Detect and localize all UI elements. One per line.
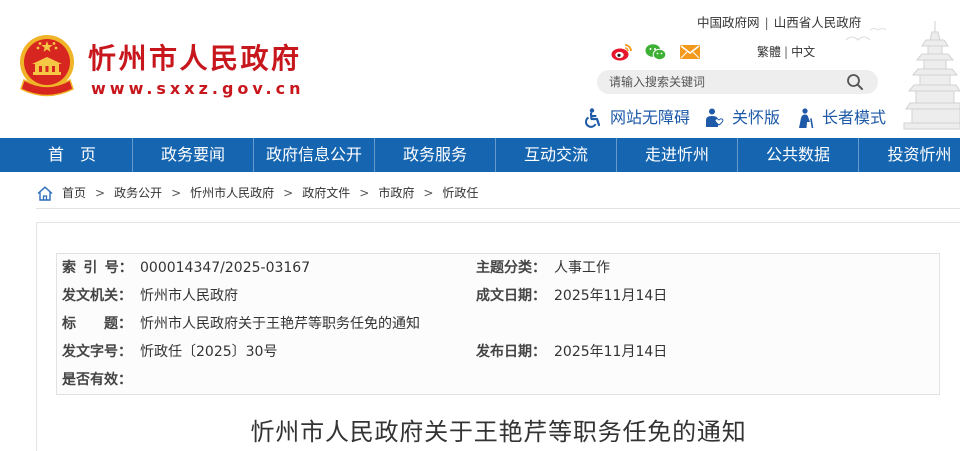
- search-icon: [847, 74, 863, 90]
- breadcrumb-separator: >: [423, 186, 434, 200]
- care-mode-label: 关怀版: [732, 108, 781, 127]
- breadcrumb-gov-documents[interactable]: 政府文件: [302, 185, 350, 201]
- site-title: 忻州市人民政府: [88, 42, 302, 75]
- main-nav: 首 页 政务要闻 政府信息公开 政务服务 互动交流 走进忻州 公共数据 投资忻州: [0, 138, 960, 172]
- elder-mode-link[interactable]: 长者模式: [795, 108, 886, 128]
- elder-mode-label: 长者模式: [822, 108, 887, 127]
- top-links: 中国政府网 | 山西省人民政府: [697, 15, 861, 31]
- breadcrumb-gov-affairs[interactable]: 政务公开: [114, 185, 162, 201]
- meta-written-date: 成文日期： 2025年11月14日: [476, 282, 667, 310]
- meta-value: 人事工作: [554, 260, 610, 276]
- breadcrumb-municipal[interactable]: 市政府: [378, 185, 414, 201]
- nav-item-news[interactable]: 政务要闻: [133, 138, 254, 172]
- meta-value: 2025年11月14日: [554, 288, 668, 304]
- meta-label: 发文字号：: [62, 344, 132, 360]
- meta-row: 索 引 号： 000014347/2025-03167 主题分类： 人事工作: [57, 254, 939, 282]
- nav-item-services[interactable]: 政务服务: [375, 138, 496, 172]
- link-shanxi-gov[interactable]: 山西省人民政府: [774, 15, 862, 30]
- mail-icon[interactable]: [679, 43, 701, 61]
- site-logo-link[interactable]: 忻州市人民政府 www.sxxz.gov.cn: [0, 0, 320, 110]
- lang-traditional[interactable]: 繁體: [757, 45, 781, 59]
- breadcrumb-separator: >: [283, 186, 294, 200]
- document-title: 忻州市人民政府关于王艳芹等职务任免的通知: [250, 418, 747, 446]
- breadcrumb: 首页 > 政务公开 > 忻州市人民政府 > 政府文件 > 市政府 > 忻政任: [37, 185, 478, 201]
- nav-item-home[interactable]: 首 页: [12, 138, 133, 172]
- meta-label: 发文机关：: [62, 288, 132, 304]
- meta-issuer: 发文机关： 忻州市人民政府: [62, 282, 238, 310]
- accessibility-label: 网站无障碍: [610, 108, 691, 127]
- meta-title: 标 题： 忻州市人民政府关于王艳芹等职务任免的通知: [62, 310, 420, 338]
- document-meta-table: 索 引 号： 000014347/2025-03167 主题分类： 人事工作 发文机…: [56, 253, 940, 395]
- site-url: www.sxxz.gov.cn: [91, 79, 305, 98]
- breadcrumb-separator: >: [171, 186, 182, 200]
- elder-mode-icon: [799, 108, 814, 128]
- meta-label: 成文日期：: [476, 288, 546, 304]
- accessibility-link[interactable]: 网站无障碍: [583, 108, 690, 128]
- nav-item-info-disclosure[interactable]: 政府信息公开: [254, 138, 375, 172]
- meta-value: 忻政任〔2025〕30号: [140, 344, 278, 360]
- search-button[interactable]: [846, 73, 866, 91]
- nav-item-about-xinzhou[interactable]: 走进忻州: [617, 138, 738, 172]
- lang-divider: |: [784, 45, 789, 59]
- meta-label: 发布日期：: [476, 344, 546, 360]
- meta-label: 主题分类：: [476, 260, 546, 276]
- meta-doc-no: 发文字号： 忻政任〔2025〕30号: [62, 338, 277, 366]
- meta-value: 2025年11月14日: [554, 344, 668, 360]
- breadcrumb-home[interactable]: 首页: [62, 185, 86, 201]
- meta-row: 发文字号： 忻政任〔2025〕30号 发布日期： 2025年11月14日: [57, 338, 939, 366]
- meta-category: 主题分类： 人事工作: [476, 254, 610, 282]
- breadcrumb-separator: >: [95, 186, 106, 200]
- breadcrumb-current[interactable]: 忻政任: [442, 185, 478, 201]
- national-emblem-icon: [20, 35, 74, 97]
- meta-label: 标 题：: [62, 316, 132, 332]
- top-links-divider: |: [764, 15, 769, 30]
- meta-label: 是否有效：: [62, 372, 132, 388]
- search-input[interactable]: [609, 70, 839, 94]
- language-switch: 繁體 | 中文: [757, 45, 815, 59]
- home-icon: [37, 186, 53, 201]
- nav-item-investment[interactable]: 投资忻州: [859, 138, 960, 172]
- meta-row: 是否有效：: [57, 366, 939, 394]
- breadcrumb-divider: [36, 208, 960, 209]
- meta-row: 标 题： 忻州市人民政府关于王艳芹等职务任免的通知: [57, 310, 939, 338]
- weibo-icon[interactable]: [611, 43, 633, 61]
- meta-publish-date: 发布日期： 2025年11月14日: [476, 338, 667, 366]
- site-header: 忻州市人民政府 www.sxxz.gov.cn 中国政府网 | 山西省人民政府: [0, 0, 960, 138]
- breadcrumb-separator: >: [359, 186, 370, 200]
- wechat-icon[interactable]: [645, 43, 667, 61]
- meta-label: 索 引 号：: [62, 260, 133, 276]
- care-mode-icon: [706, 108, 724, 127]
- meta-row: 发文机关： 忻州市人民政府 成文日期： 2025年11月14日: [57, 282, 939, 310]
- meta-index-no: 索 引 号： 000014347/2025-03167: [62, 254, 310, 282]
- content-panel: 索 引 号： 000014347/2025-03167 主题分类： 人事工作 发文机…: [36, 222, 960, 451]
- nav-item-public-data[interactable]: 公共数据: [738, 138, 859, 172]
- meta-value: 忻州市人民政府: [140, 288, 238, 304]
- lang-simplified[interactable]: 中文: [791, 45, 815, 59]
- search-box: [597, 70, 878, 94]
- meta-validity: 是否有效：: [62, 366, 140, 394]
- main-nav-list: 首 页 政务要闻 政府信息公开 政务服务 互动交流 走进忻州 公共数据 投资忻州: [12, 138, 960, 172]
- meta-value: 忻州市人民政府关于王艳芹等职务任免的通知: [140, 316, 420, 332]
- care-mode-link[interactable]: 关怀版: [704, 108, 780, 128]
- link-china-gov[interactable]: 中国政府网: [697, 15, 760, 30]
- nav-item-interaction[interactable]: 互动交流: [496, 138, 617, 172]
- wheelchair-icon: [585, 108, 601, 128]
- meta-value: 000014347/2025-03167: [140, 260, 311, 276]
- breadcrumb-city-gov[interactable]: 忻州市人民政府: [190, 185, 274, 201]
